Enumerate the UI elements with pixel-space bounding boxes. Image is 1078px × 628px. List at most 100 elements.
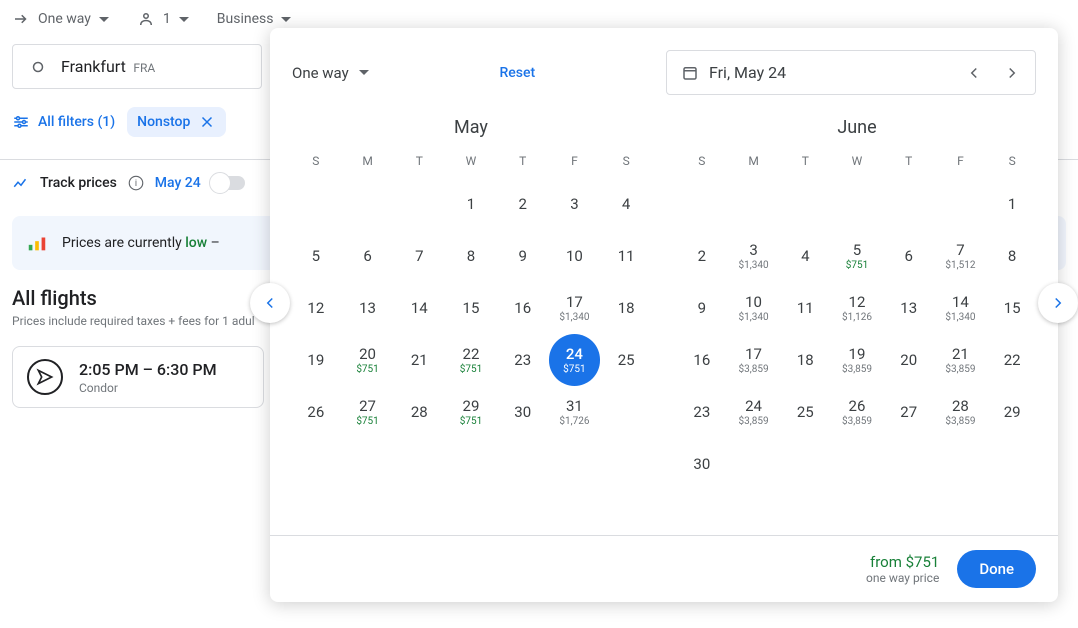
calendar-day[interactable]: 25 [779, 386, 831, 438]
prev-month-button[interactable] [250, 283, 290, 323]
day-number: 7 [415, 247, 423, 265]
nonstop-chip[interactable]: Nonstop [127, 107, 226, 137]
calendar-day[interactable]: 17$3,859 [728, 334, 780, 386]
calendar-day[interactable]: 12 [290, 282, 342, 334]
reset-button[interactable]: Reset [500, 65, 536, 81]
chevron-left-icon[interactable] [965, 64, 983, 82]
next-month-button[interactable] [1038, 283, 1078, 323]
day-number: 20 [359, 345, 376, 363]
calendar-day[interactable]: 1 [986, 178, 1038, 230]
all-filters-button[interactable]: All filters (1) [12, 113, 115, 131]
day-number: 5 [312, 247, 320, 265]
calendar-day[interactable]: 30 [676, 438, 728, 490]
calendar-day[interactable]: 2 [676, 230, 728, 282]
calendar-day[interactable]: 7 [393, 230, 445, 282]
track-toggle[interactable] [211, 176, 245, 190]
calendar-day[interactable]: 20$751 [342, 334, 394, 386]
calendar-day[interactable]: 30 [497, 386, 549, 438]
calendar-day[interactable]: 24$3,859 [728, 386, 780, 438]
done-button[interactable]: Done [957, 550, 1036, 588]
calendar-day[interactable]: 29 [986, 386, 1038, 438]
calendar-day[interactable]: 2 [497, 178, 549, 230]
calendar-day[interactable]: 15 [445, 282, 497, 334]
calendar-day[interactable]: 16 [676, 334, 728, 386]
calendar-day[interactable]: 1 [445, 178, 497, 230]
day-number: 21 [952, 345, 969, 363]
calendar-day[interactable]: 27 [883, 386, 935, 438]
flight-result-row[interactable]: 2:05 PM – 6:30 PM Condor [12, 346, 264, 408]
calendar-day[interactable]: 18 [779, 334, 831, 386]
weekday-label: W [831, 154, 883, 178]
day-number: 11 [618, 247, 635, 265]
cabin-dropdown[interactable]: Business [217, 11, 292, 27]
calendar-day[interactable]: 14$1,340 [935, 282, 987, 334]
calendar-day[interactable]: 20 [883, 334, 935, 386]
calendar-day[interactable]: 18 [600, 282, 652, 334]
calendar-day[interactable]: 19 [290, 334, 342, 386]
info-icon[interactable]: i [127, 174, 145, 192]
close-icon[interactable] [198, 113, 216, 131]
calendar-day[interactable]: 28$3,859 [935, 386, 987, 438]
calendar-day[interactable]: 3 [549, 178, 601, 230]
day-number: 26 [849, 397, 866, 415]
day-number: 24 [566, 345, 583, 363]
day-number: 22 [1004, 351, 1021, 369]
calendar-day[interactable]: 8 [445, 230, 497, 282]
calendar-day[interactable]: 3$1,340 [728, 230, 780, 282]
calendar-day[interactable]: 7$1,512 [935, 230, 987, 282]
calendar-day[interactable]: 9 [676, 282, 728, 334]
passengers-count: 1 [163, 11, 171, 27]
calendar-day[interactable]: 11 [779, 282, 831, 334]
trip-type-dropdown[interactable]: One way [12, 10, 109, 28]
calendar-day[interactable]: 9 [497, 230, 549, 282]
calendar-day[interactable]: 14 [393, 282, 445, 334]
calendar-day[interactable]: 4 [600, 178, 652, 230]
calendar-day[interactable]: 5$751 [831, 230, 883, 282]
calendar-day[interactable]: 6 [883, 230, 935, 282]
calendar-day[interactable]: 21$3,859 [935, 334, 987, 386]
calendar-day[interactable]: 24$751 [549, 334, 601, 386]
calendar-day[interactable]: 4 [779, 230, 831, 282]
calendar-day[interactable]: 17$1,340 [549, 282, 601, 334]
calendar-day[interactable]: 6 [342, 230, 394, 282]
day-number: 25 [797, 403, 814, 421]
calendar-day[interactable]: 23 [676, 386, 728, 438]
calendar-day[interactable]: 5 [290, 230, 342, 282]
calendar-day[interactable]: 31$1,726 [549, 386, 601, 438]
weekday-label: W [445, 154, 497, 178]
calendar-day[interactable]: 11 [600, 230, 652, 282]
day-number: 8 [1008, 247, 1016, 265]
calendar-day[interactable]: 29$751 [445, 386, 497, 438]
calendar-day[interactable]: 8 [986, 230, 1038, 282]
chevron-right-icon[interactable] [1003, 64, 1021, 82]
calendar-day[interactable]: 19$3,859 [831, 334, 883, 386]
calendar-day[interactable]: 15 [986, 282, 1038, 334]
calendar-day[interactable]: 10$1,340 [728, 282, 780, 334]
calendar-day[interactable]: 16 [497, 282, 549, 334]
day-number: 18 [618, 299, 635, 317]
calendar-day[interactable]: 25 [600, 334, 652, 386]
calendar-day[interactable]: 12$1,126 [831, 282, 883, 334]
month-title: June [676, 117, 1038, 138]
day-number: 2 [518, 195, 526, 213]
calendar-day[interactable]: 13 [883, 282, 935, 334]
passengers-dropdown[interactable]: 1 [137, 10, 189, 28]
dp-trip-type-dropdown[interactable]: One way [292, 64, 369, 82]
calendar-day[interactable]: 27$751 [342, 386, 394, 438]
selected-date-box[interactable]: Fri, May 24 [666, 50, 1036, 95]
day-number: 20 [900, 351, 917, 369]
calendar-day[interactable]: 10 [549, 230, 601, 282]
calendar-day[interactable]: 22$751 [445, 334, 497, 386]
calendar-day[interactable]: 28 [393, 386, 445, 438]
origin-input[interactable]: Frankfurt FRA [12, 44, 262, 89]
calendar-day[interactable]: 22 [986, 334, 1038, 386]
day-number: 30 [514, 403, 531, 421]
flight-times: 2:05 PM – 6:30 PM [79, 360, 217, 379]
calendar-day[interactable]: 13 [342, 282, 394, 334]
calendar-day[interactable]: 26 [290, 386, 342, 438]
day-price: $3,859 [945, 364, 975, 375]
calendar-day[interactable]: 23 [497, 334, 549, 386]
calendar-day[interactable]: 21 [393, 334, 445, 386]
day-number: 19 [849, 345, 866, 363]
calendar-day[interactable]: 26$3,859 [831, 386, 883, 438]
